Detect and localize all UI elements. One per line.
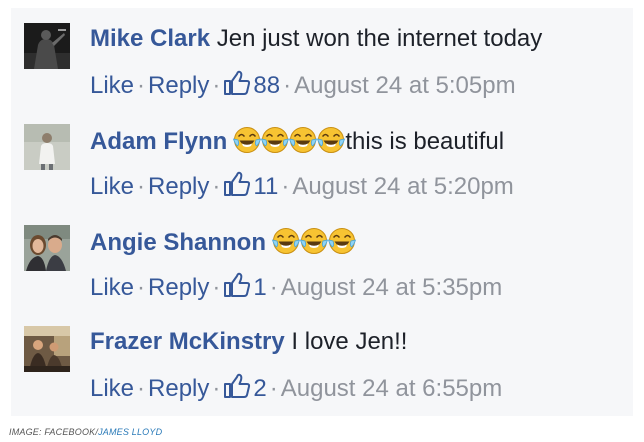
comment-timestamp[interactable]: August 24 at 5:05pm — [294, 72, 515, 99]
credit-author-link[interactable]: JAMES LLOYD — [98, 427, 162, 437]
separator-dot: · — [212, 274, 221, 301]
comments-panel: Mike Clark Jen just won the internet tod… — [11, 8, 633, 416]
separator-dot: · — [281, 173, 290, 200]
reply-link[interactable]: Reply — [148, 274, 209, 301]
like-count[interactable]: 88 — [253, 72, 280, 99]
comment-actions: Like · Reply · 1 · August 24 at 5:35pm — [90, 272, 502, 303]
comment-text: this is beautiful — [345, 128, 505, 155]
tears-of-joy-emoji-icon — [232, 125, 262, 155]
like-link[interactable]: Like — [90, 375, 134, 402]
separator-dot: · — [137, 375, 146, 402]
avatar[interactable] — [24, 326, 70, 372]
comment-author-link[interactable]: Frazer McKinstry — [90, 328, 285, 355]
comment-author-link[interactable]: Angie Shannon — [90, 229, 266, 256]
separator-dot: · — [137, 72, 146, 99]
comment-timestamp[interactable]: August 24 at 6:55pm — [281, 375, 502, 402]
like-count[interactable]: 2 — [253, 375, 266, 402]
comment-item: Angie Shannon Like · Reply · 1 · August 24 at … — [11, 210, 633, 310]
comment-timestamp[interactable]: August 24 at 5:35pm — [281, 274, 502, 301]
separator-dot: · — [212, 375, 221, 402]
tears-of-joy-emoji-icon — [299, 226, 329, 256]
thumbs-up-icon[interactable] — [223, 373, 251, 399]
like-link[interactable]: Like — [90, 173, 134, 200]
thumbs-up-icon[interactable] — [223, 171, 251, 197]
emoji-group — [271, 226, 355, 264]
tears-of-joy-emoji-icon — [316, 125, 346, 155]
comment-line: Adam Flynn this is beautiful — [90, 125, 504, 163]
tears-of-joy-emoji-icon — [288, 125, 318, 155]
comment-author-link[interactable]: Mike Clark — [90, 25, 210, 52]
tears-of-joy-emoji-icon — [327, 226, 357, 256]
tears-of-joy-emoji-icon — [271, 226, 301, 256]
emoji-group — [232, 125, 344, 163]
separator-dot: · — [212, 72, 221, 99]
comment-line: Frazer McKinstry I love Jen!! — [90, 327, 407, 357]
separator-dot: · — [137, 274, 146, 301]
thumbs-up-icon[interactable] — [223, 70, 251, 96]
like-count[interactable]: 1 — [253, 274, 266, 301]
like-link[interactable]: Like — [90, 72, 134, 99]
comment-actions: Like · Reply · 88 · August 24 at 5:05pm — [90, 70, 516, 101]
thumbs-up-icon[interactable] — [223, 272, 251, 298]
tears-of-joy-emoji-icon — [260, 125, 290, 155]
like-count[interactable]: 11 — [253, 173, 278, 200]
separator-dot: · — [269, 375, 278, 402]
image-credit: IMAGE: FACEBOOK/JAMES LLOYD — [9, 427, 162, 437]
comment-line: Angie Shannon — [90, 226, 356, 264]
like-link[interactable]: Like — [90, 274, 134, 301]
comment-item: Mike Clark Jen just won the internet tod… — [11, 8, 633, 108]
separator-dot: · — [212, 173, 221, 200]
comment-timestamp[interactable]: August 24 at 5:20pm — [292, 173, 513, 200]
comment-text: Jen just won the internet today — [216, 25, 543, 52]
comment-item: Adam Flynn this is beautiful Like · Reply · 1… — [11, 109, 633, 209]
separator-dot: · — [269, 274, 278, 301]
comment-author-link[interactable]: Adam Flynn — [90, 128, 227, 155]
comment-actions: Like · Reply · 11 · August 24 at 5:20pm — [90, 171, 514, 202]
comment-line: Mike Clark Jen just won the internet tod… — [90, 24, 542, 54]
avatar[interactable] — [24, 225, 70, 271]
separator-dot: · — [137, 173, 146, 200]
reply-link[interactable]: Reply — [148, 72, 209, 99]
reply-link[interactable]: Reply — [148, 375, 209, 402]
credit-prefix: IMAGE: FACEBOOK/ — [9, 427, 99, 437]
avatar[interactable] — [24, 124, 70, 170]
comment-text: I love Jen!! — [291, 328, 408, 355]
separator-dot: · — [283, 72, 292, 99]
comment-actions: Like · Reply · 2 · August 24 at 6:55pm — [90, 373, 502, 404]
comment-item: Frazer McKinstry I love Jen!! Like · Reply… — [11, 311, 633, 411]
avatar[interactable] — [24, 23, 70, 69]
reply-link[interactable]: Reply — [148, 173, 209, 200]
